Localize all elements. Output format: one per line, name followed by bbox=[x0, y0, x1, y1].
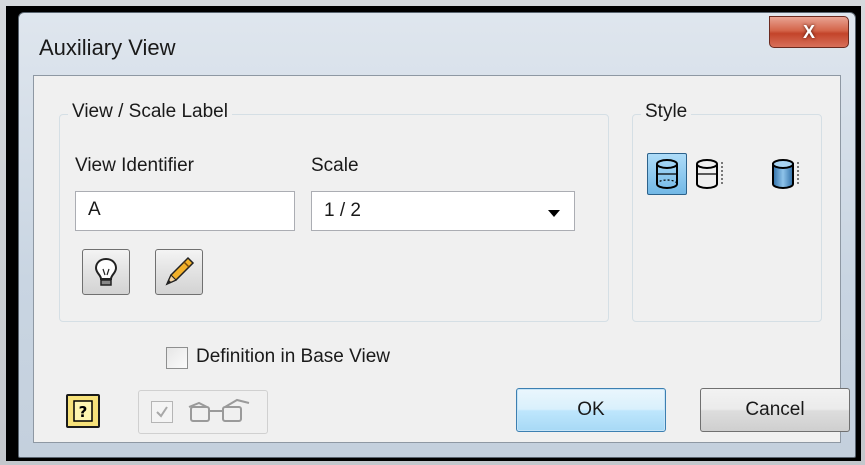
auxiliary-view-dialog: Auxiliary View X View / Scale Label View… bbox=[18, 12, 856, 458]
style-hidden-line-button[interactable] bbox=[647, 153, 687, 195]
definition-in-base-view-label[interactable]: Definition in Base View bbox=[196, 346, 390, 368]
definition-in-base-view-checkbox[interactable] bbox=[166, 347, 188, 369]
window-title: Auxiliary View bbox=[39, 35, 176, 60]
checkmark-icon bbox=[156, 406, 168, 418]
hidden-line-removed-style-icon bbox=[696, 159, 723, 189]
style-shaded-button[interactable] bbox=[767, 153, 807, 195]
preview-checkbox[interactable] bbox=[151, 401, 173, 423]
hidden-line-style-icon bbox=[656, 159, 678, 189]
toggle-label-visibility-button[interactable] bbox=[82, 249, 130, 295]
ok-button[interactable]: OK bbox=[516, 388, 666, 432]
preview-toggle-group bbox=[138, 390, 268, 434]
scale-dropdown[interactable]: 1 / 2 bbox=[311, 191, 575, 231]
help-button[interactable]: ? bbox=[66, 394, 100, 428]
dialog-body: View / Scale Label View Identifier A Sca… bbox=[33, 75, 850, 443]
view-identifier-input[interactable]: A bbox=[75, 191, 295, 231]
view-identifier-label: View Identifier bbox=[75, 155, 194, 176]
cancel-button[interactable]: Cancel bbox=[700, 388, 850, 432]
scale-value: 1 / 2 bbox=[324, 200, 361, 221]
style-hidden-line-removed-button[interactable] bbox=[691, 153, 731, 195]
svg-text:?: ? bbox=[79, 403, 88, 421]
style-group: Style bbox=[632, 101, 822, 322]
title-bar[interactable]: Auxiliary View X bbox=[19, 13, 855, 75]
glasses-icon bbox=[188, 398, 250, 422]
close-button[interactable]: X bbox=[769, 16, 849, 48]
shaded-style-icon bbox=[772, 159, 799, 189]
scale-label: Scale bbox=[311, 155, 359, 176]
chevron-down-icon bbox=[548, 210, 560, 217]
close-icon: X bbox=[802, 21, 815, 42]
view-scale-label-group: View / Scale Label View Identifier A Sca… bbox=[59, 101, 609, 322]
help-icon: ? bbox=[73, 400, 93, 422]
lightbulb-icon bbox=[94, 257, 118, 286]
view-scale-label-group-title: View / Scale Label bbox=[68, 101, 232, 123]
pencil-icon bbox=[165, 256, 195, 286]
style-group-title: Style bbox=[641, 101, 692, 123]
edit-label-button[interactable] bbox=[155, 249, 203, 295]
